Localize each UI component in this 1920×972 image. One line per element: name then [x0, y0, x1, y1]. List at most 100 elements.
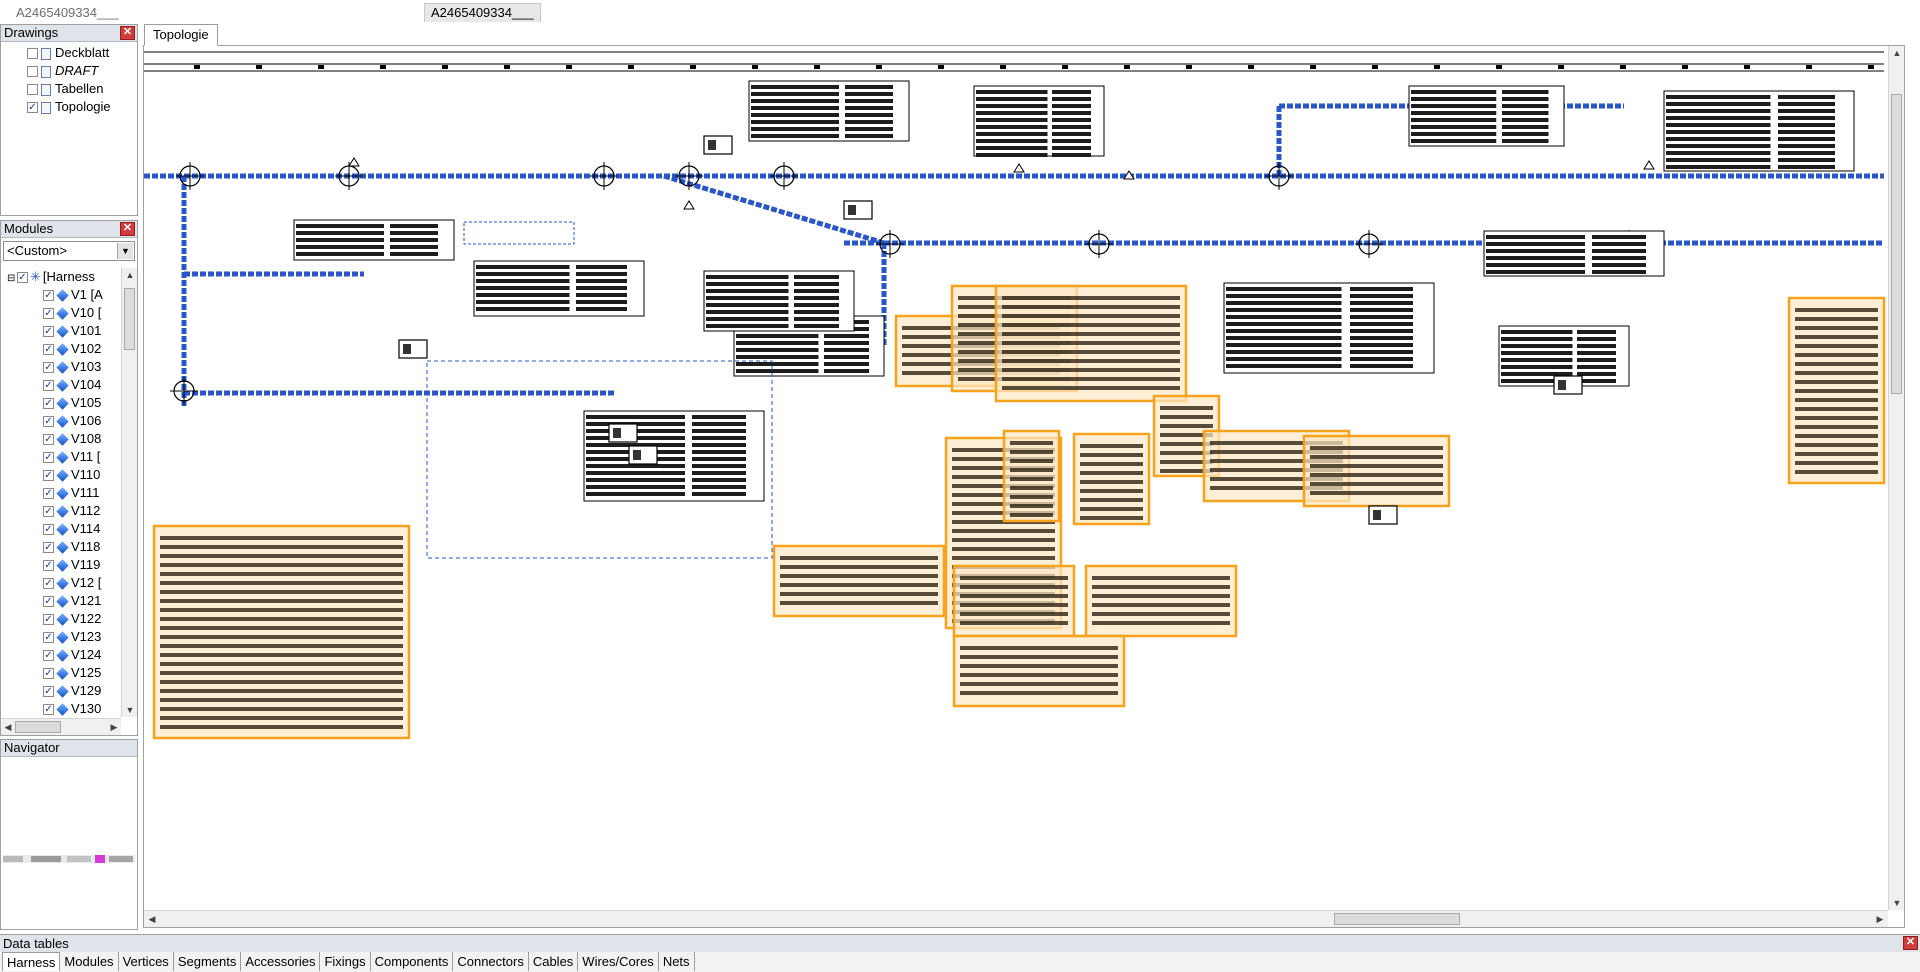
checkbox-checked[interactable]: ✓ [27, 102, 38, 114]
module-item[interactable]: ✓ V125 [1, 664, 121, 682]
checkbox-checked[interactable]: ✓ [17, 272, 28, 284]
tab-accessories[interactable]: Accessories [241, 952, 321, 971]
module-item[interactable]: ✓ V108 [1, 430, 121, 448]
module-item[interactable]: ✓ V104 [1, 376, 121, 394]
canvas-horizontal-scrollbar[interactable]: ◀ ▶ [144, 910, 1888, 927]
module-item[interactable]: ✓ V10 [ [1, 304, 121, 322]
scroll-thumb[interactable] [124, 288, 135, 350]
module-item[interactable]: ✓ V130 [1, 700, 121, 717]
scroll-thumb[interactable] [15, 721, 61, 733]
canvas-vertical-scrollbar[interactable]: ▲ ▼ [1888, 46, 1904, 910]
checkbox-checked[interactable]: ✓ [43, 398, 54, 410]
module-filter-select[interactable]: <Custom> ▼ [3, 241, 135, 261]
module-horizontal-scrollbar[interactable]: ◀ ▶ [1, 718, 121, 735]
close-icon[interactable]: ✕ [120, 222, 135, 236]
module-item[interactable]: ✓ V101 [1, 322, 121, 340]
scroll-down-icon[interactable]: ▼ [124, 705, 136, 715]
checkbox[interactable] [27, 48, 38, 60]
scroll-thumb[interactable] [1334, 913, 1460, 925]
module-item[interactable]: ✓ V111 [1, 484, 121, 502]
checkbox-checked[interactable]: ✓ [43, 614, 54, 626]
checkbox-checked[interactable]: ✓ [43, 434, 54, 446]
scroll-right-icon[interactable]: ▶ [108, 722, 120, 733]
scroll-right-icon[interactable]: ▶ [1874, 914, 1886, 925]
module-item[interactable]: ✓ V1 [A [1, 286, 121, 304]
drawing-item-topologie[interactable]: ✓ Topologie [1, 98, 137, 116]
checkbox-checked[interactable]: ✓ [43, 344, 54, 356]
module-item[interactable]: ✓ V114 [1, 520, 121, 538]
module-item[interactable]: ✓ V106 [1, 412, 121, 430]
checkbox-checked[interactable]: ✓ [43, 416, 54, 428]
checkbox-checked[interactable]: ✓ [43, 542, 54, 554]
navigator-preview[interactable] [1, 757, 137, 929]
checkbox-checked[interactable]: ✓ [43, 596, 54, 608]
table-row [1052, 139, 1091, 143]
ruler-tick [1558, 65, 1564, 69]
close-icon[interactable]: ✕ [1903, 936, 1918, 950]
highlight-row [1080, 480, 1143, 484]
drawing-item-deckblatt[interactable]: Deckblatt [1, 44, 137, 62]
module-item[interactable]: ✓ V129 [1, 682, 121, 700]
tab-connectors[interactable]: Connectors [453, 952, 529, 971]
checkbox-checked[interactable]: ✓ [43, 380, 54, 392]
checkbox-checked[interactable]: ✓ [43, 452, 54, 464]
scroll-up-icon[interactable]: ▲ [1891, 48, 1903, 58]
checkbox-checked[interactable]: ✓ [43, 290, 54, 302]
tab-modules[interactable]: Modules [60, 952, 119, 971]
checkbox[interactable] [27, 66, 38, 78]
checkbox-checked[interactable]: ✓ [43, 632, 54, 644]
checkbox-checked[interactable]: ✓ [43, 668, 54, 680]
checkbox-checked[interactable]: ✓ [43, 524, 54, 536]
tab-components[interactable]: Components [370, 952, 454, 971]
module-item[interactable]: ✓ V123 [1, 628, 121, 646]
tab-fixings[interactable]: Fixings [320, 952, 371, 971]
checkbox-checked[interactable]: ✓ [43, 326, 54, 338]
tab-topologie[interactable]: Topologie [144, 24, 218, 46]
tab-harness[interactable]: Harness [2, 952, 61, 971]
checkbox-checked[interactable]: ✓ [43, 470, 54, 482]
checkbox-checked[interactable]: ✓ [43, 704, 54, 716]
scroll-thumb[interactable] [1891, 94, 1902, 394]
checkbox-checked[interactable]: ✓ [43, 578, 54, 590]
module-item[interactable]: ✓ V118 [1, 538, 121, 556]
tab-wires-cores[interactable]: Wires/Cores [578, 952, 659, 971]
module-item[interactable]: ✓ V119 [1, 556, 121, 574]
tab-vertices[interactable]: Vertices [118, 952, 174, 971]
scroll-left-icon[interactable]: ◀ [146, 914, 158, 925]
module-item[interactable]: ✓ V124 [1, 646, 121, 664]
module-vertical-scrollbar[interactable]: ▲ ▼ [121, 268, 137, 717]
navigator-viewport-marker[interactable] [95, 855, 105, 863]
scroll-up-icon[interactable]: ▲ [124, 270, 136, 280]
module-item[interactable]: ✓ V11 [ [1, 448, 121, 466]
scroll-down-icon[interactable]: ▼ [1891, 898, 1903, 908]
drawing-item-draft[interactable]: DRAFT [1, 62, 137, 80]
drawing-canvas[interactable]: ▲ ▼ ◀ ▶ [143, 45, 1905, 928]
module-item[interactable]: ✓ V122 [1, 610, 121, 628]
module-item[interactable]: ✓ V112 [1, 502, 121, 520]
ruler-tick [1310, 65, 1316, 69]
module-item[interactable]: ✓ V121 [1, 592, 121, 610]
scroll-left-icon[interactable]: ◀ [2, 722, 14, 733]
checkbox-checked[interactable]: ✓ [43, 488, 54, 500]
tab-nets[interactable]: Nets [658, 952, 695, 971]
module-root[interactable]: ⊟ ✓ ✳ [Harness [1, 268, 121, 286]
module-item[interactable]: ✓ V102 [1, 340, 121, 358]
tab-segments[interactable]: Segments [173, 952, 242, 971]
checkbox-checked[interactable]: ✓ [43, 650, 54, 662]
document-tab[interactable]: A2465409334___ [424, 3, 541, 22]
checkbox-checked[interactable]: ✓ [43, 506, 54, 518]
module-item[interactable]: ✓ V110 [1, 466, 121, 484]
close-icon[interactable]: ✕ [120, 26, 135, 40]
checkbox-checked[interactable]: ✓ [43, 308, 54, 320]
tab-cables[interactable]: Cables [528, 952, 579, 971]
module-item[interactable]: ✓ V105 [1, 394, 121, 412]
topology-drawing[interactable] [144, 46, 1888, 910]
module-item[interactable]: ✓ V103 [1, 358, 121, 376]
module-item[interactable]: ✓ V12 [ [1, 574, 121, 592]
checkbox-checked[interactable]: ✓ [43, 362, 54, 374]
chevron-down-icon[interactable]: ▼ [117, 243, 133, 259]
checkbox-checked[interactable]: ✓ [43, 560, 54, 572]
checkbox[interactable] [27, 84, 38, 96]
drawing-item-tabellen[interactable]: Tabellen [1, 80, 137, 98]
checkbox-checked[interactable]: ✓ [43, 686, 54, 698]
